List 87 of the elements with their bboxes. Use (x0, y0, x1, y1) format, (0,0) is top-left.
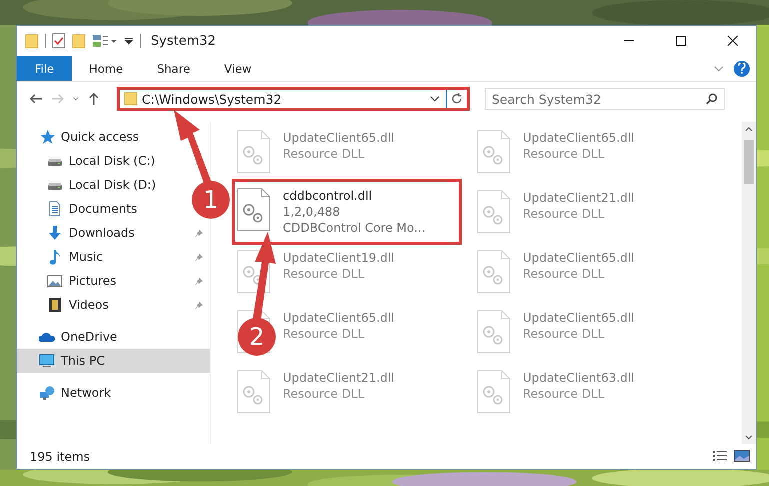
file-type: Resource DLL (523, 386, 606, 402)
file-name[interactable]: cddbcontrol.dll (283, 188, 426, 204)
document-icon (47, 201, 63, 217)
sidebar-item[interactable]: Network (17, 381, 116, 405)
dll-file-icon (477, 250, 511, 294)
ribbon-tab[interactable]: Home (72, 56, 140, 81)
ribbon-tab[interactable]: Share (140, 56, 208, 81)
item-count: 195 items (30, 450, 92, 464)
window-title: System32 (151, 34, 218, 48)
dll-file-icon (237, 188, 271, 232)
download-icon (47, 225, 63, 241)
sidebar-item[interactable]: Documents (17, 197, 142, 221)
ribbon-tab[interactable]: View (207, 56, 269, 81)
sidebar-item[interactable]: Quick access (17, 125, 144, 149)
file-type: Resource DLL (283, 326, 366, 342)
star-icon (39, 129, 55, 145)
file-name[interactable]: UpdateClient65.dll (283, 310, 395, 326)
dll-file-icon (477, 190, 511, 234)
network-icon (39, 385, 55, 401)
monitor-icon (39, 353, 55, 369)
file-type: Resource DLL (523, 206, 606, 222)
sidebar-item[interactable]: Local Disk (C:) (17, 149, 160, 173)
dll-file-icon (477, 370, 511, 414)
image-icon (734, 450, 750, 462)
sidebar-item[interactable]: Downloads (17, 221, 139, 245)
file-name[interactable]: UpdateClient65.dll (523, 310, 635, 326)
file-name[interactable]: UpdateClient19.dll (283, 250, 395, 266)
file-name[interactable]: UpdateClient65.dll (523, 130, 635, 146)
maximize-icon (675, 35, 687, 47)
address-path: C:\Windows\System32 (142, 92, 283, 106)
file-name[interactable]: UpdateClient63.dll (523, 370, 635, 386)
close-icon (727, 35, 739, 47)
pin-icon[interactable] (195, 301, 204, 310)
film-icon (47, 297, 63, 313)
file-name[interactable]: UpdateClient21.dll (523, 190, 635, 206)
forward-arrow-icon (51, 92, 65, 106)
caret-up-icon (745, 126, 753, 132)
list-icon (712, 450, 728, 462)
ribbon-tab[interactable]: File (17, 56, 72, 81)
sidebar-item[interactable]: Local Disk (D:) (17, 173, 160, 197)
sidebar-item[interactable]: Music (17, 245, 108, 269)
sidebar-item[interactable]: This PC (17, 349, 109, 373)
sidebar-row[interactable]: Network (17, 381, 210, 405)
dll-file-icon (237, 370, 271, 414)
file-name[interactable]: UpdateClient65.dll (283, 130, 395, 146)
pin-icon[interactable] (195, 229, 204, 238)
sidebar-row[interactable]: Quick access (17, 125, 210, 149)
up-arrow-icon (87, 92, 101, 106)
back-arrow-icon (29, 92, 43, 106)
large-icons-view-button[interactable] (734, 450, 750, 464)
dropdown-icon[interactable] (430, 96, 440, 102)
sidebar-item[interactable]: Pictures (17, 269, 121, 293)
dll-file-icon (237, 130, 271, 174)
file-type: CDDBControl Core Mo... (283, 220, 426, 236)
file-name[interactable]: UpdateClient65.dll (523, 250, 635, 266)
file-type: Resource DLL (283, 146, 366, 162)
details-view-button[interactable] (712, 450, 728, 464)
question-mark-icon (738, 63, 746, 74)
view-icon[interactable] (92, 33, 118, 49)
expand-ribbon-icon[interactable] (714, 66, 724, 72)
file-name[interactable]: UpdateClient21.dll (283, 370, 395, 386)
music-note-icon (47, 249, 63, 265)
properties-icon[interactable] (52, 33, 66, 49)
scroll-thumb[interactable] (744, 140, 754, 184)
sidebar-item[interactable]: OneDrive (17, 325, 122, 349)
scrollbar[interactable] (742, 122, 756, 444)
address-bar[interactable]: C:\Windows\System32 (117, 87, 470, 111)
file-type: Resource DLL (523, 146, 606, 162)
pin-icon[interactable] (195, 277, 204, 286)
sidebar-item[interactable]: Videos (17, 293, 113, 317)
pin-icon[interactable] (195, 253, 204, 262)
pictures-icon (47, 273, 63, 289)
file-type: Resource DLL (283, 266, 366, 282)
search-icon[interactable] (706, 93, 718, 105)
sidebar-row[interactable]: OneDrive (17, 325, 210, 349)
sidebar-row[interactable]: This PC (17, 349, 210, 373)
folder-icon (124, 92, 138, 106)
file-version: 1,2,0,488 (283, 204, 342, 220)
caret-down-icon (745, 434, 753, 440)
file-type: Resource DLL (523, 266, 606, 282)
file-type: Resource DLL (523, 326, 606, 342)
help-button[interactable] (734, 60, 750, 76)
dll-file-icon (477, 310, 511, 354)
refresh-icon (451, 93, 463, 105)
file-type: Resource DLL (283, 386, 366, 402)
search-field[interactable]: Search System32 (485, 88, 725, 110)
dll-file-icon (477, 130, 511, 174)
